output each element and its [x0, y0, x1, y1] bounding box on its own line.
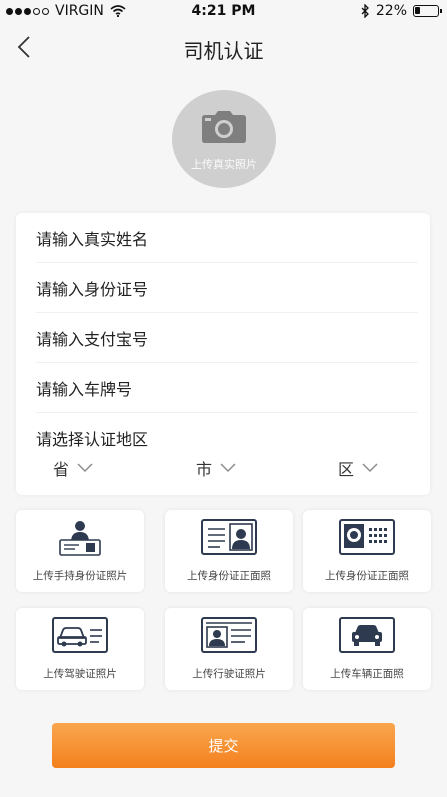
- upload-label: 上传手持身份证照片: [32, 570, 128, 582]
- camera-icon: [202, 111, 246, 143]
- district-select[interactable]: 区: [338, 456, 378, 480]
- nav-bar: 司机认证: [0, 22, 447, 72]
- upload-id-emblem-button[interactable]: 上传身份证正面照: [303, 510, 431, 592]
- form-card: 请输入真实姓名 请输入身份证号 请输入支付宝号 请输入车牌号 请选择认证地区 省…: [16, 213, 430, 495]
- id-card-emblem-icon: [339, 519, 395, 555]
- battery-level: [415, 7, 420, 14]
- chevron-down-icon: [362, 463, 378, 472]
- id-card-front-icon: [201, 519, 257, 555]
- upload-car-front-button[interactable]: 上传车辆正面照: [303, 608, 431, 690]
- id-number-field[interactable]: 请输入身份证号: [36, 263, 418, 313]
- upload-label: 上传身份证正面照: [187, 570, 271, 582]
- status-bar: VIRGIN 4:21 PM 22%: [0, 0, 447, 22]
- driver-license-icon: [52, 617, 108, 653]
- region-selector: 省 市 区: [16, 456, 430, 486]
- alipay-field[interactable]: 请输入支付宝号: [36, 313, 418, 363]
- submit-button[interactable]: 提交: [52, 723, 395, 768]
- district-label: 区: [338, 460, 355, 479]
- upload-label: 上传车辆正面照: [330, 668, 404, 680]
- name-field[interactable]: 请输入真实姓名: [36, 213, 418, 263]
- real-photo-label: 上传真实照片: [191, 158, 257, 171]
- page-title: 司机认证: [183, 39, 264, 63]
- city-label: 市: [196, 460, 213, 479]
- car-front-icon: [339, 617, 395, 653]
- upload-id-front-button[interactable]: 上传身份证正面照: [165, 510, 293, 592]
- chevron-down-icon: [220, 463, 236, 472]
- battery-icon: [413, 5, 442, 17]
- battery-percent: 22%: [375, 3, 407, 19]
- upload-vehicle-license-button[interactable]: 上传行驶证照片: [165, 608, 293, 690]
- person-holding-id-icon: [59, 521, 101, 556]
- real-photo-upload-button[interactable]: 上传真实照片: [172, 90, 276, 188]
- city-select[interactable]: 市: [196, 456, 236, 480]
- upload-label: 上传身份证正面照: [325, 570, 409, 582]
- upload-handheld-id-button[interactable]: 上传手持身份证照片: [16, 510, 144, 592]
- upload-label: 上传驾驶证照片: [43, 668, 117, 680]
- bluetooth-icon: [361, 4, 369, 18]
- vehicle-license-icon: [201, 617, 257, 653]
- province-label: 省: [53, 460, 70, 479]
- province-select[interactable]: 省: [53, 456, 93, 480]
- plate-number-field[interactable]: 请输入车牌号: [36, 363, 418, 413]
- chevron-down-icon: [77, 463, 93, 472]
- upload-driver-license-button[interactable]: 上传驾驶证照片: [16, 608, 144, 690]
- status-right: 22%: [361, 3, 442, 19]
- upload-label: 上传行驶证照片: [192, 668, 266, 680]
